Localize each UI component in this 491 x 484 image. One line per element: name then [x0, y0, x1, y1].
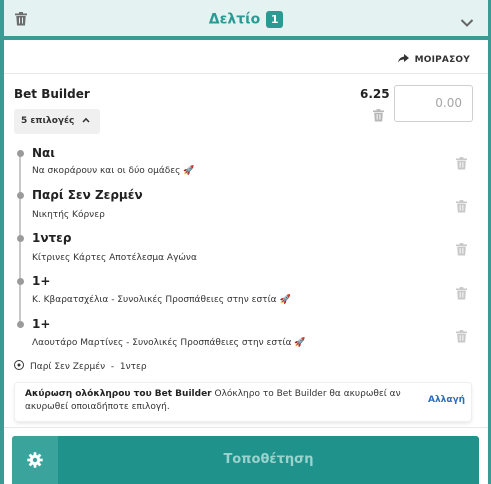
selection-market: Να σκοράρουν και οι δύο ομάδες 🚀	[32, 166, 195, 176]
selection-market-text: Κ. Κβαρατσχέλια - Συνολικές Προσπάθειες …	[32, 295, 277, 305]
place-bet-button[interactable]: Τοποθέτηση	[12, 436, 479, 484]
bet-builder-odds: 6.25	[360, 87, 390, 101]
selection-market: Λαουτάρο Μαρτίνες - Συνολικές Προσπάθειε…	[32, 338, 306, 348]
change-link[interactable]: Αλλαγή	[428, 395, 465, 405]
share-button[interactable]: ΜΟΙΡΑΣΟΥ	[397, 54, 470, 65]
void-notice-title: Ακύρωση ολόκληρου του Bet Builder	[25, 389, 212, 399]
void-notice: Ακύρωση ολόκληρου του Bet Builder Ολόκλη…	[15, 383, 471, 421]
share-arrow-icon	[397, 54, 413, 65]
trash-icon[interactable]	[373, 107, 384, 126]
void-notice-text: Ακύρωση ολόκληρου του Bet Builder Ολόκλη…	[25, 388, 413, 414]
trash-icon[interactable]	[456, 198, 467, 217]
selection-market: Νικητής Κόρνερ	[32, 210, 105, 220]
timeline-dot	[17, 278, 24, 285]
place-bet-label: Τοποθέτηση	[223, 452, 314, 467]
rocket-icon: 🚀	[294, 338, 306, 348]
timeline-dot	[17, 321, 24, 328]
home-team: Παρί Σεν Ζερμέν	[30, 362, 106, 372]
options-label: 5 επιλογές	[21, 116, 75, 126]
selection-market: Κίτρινες Κάρτες Αποτέλεσμα Αγώνα	[32, 253, 197, 263]
selection-name: 1+	[32, 317, 51, 331]
stake-input[interactable]: 0.00	[394, 85, 473, 122]
rocket-icon: 🚀	[279, 295, 291, 305]
gear-icon	[27, 452, 43, 472]
timeline-dot	[17, 235, 24, 242]
timeline-dot	[17, 192, 24, 199]
betslip-header[interactable]: Δελτίο 1	[4, 0, 488, 40]
chevron-up-icon	[78, 116, 90, 126]
betslip-panel: Δελτίο 1 ΜΟΙΡΑΣΟΥ Bet Builder 6.25 0.00 5…	[0, 0, 491, 484]
event-teams: Παρί Σεν Ζερμέν - 1ντερ	[14, 360, 147, 372]
selection-market-text: Να σκοράρουν και οι δύο ομάδες	[32, 166, 181, 176]
bet-builder-title: Bet Builder	[14, 87, 90, 101]
selection-count-badge: 1	[266, 11, 284, 28]
rocket-icon: 🚀	[183, 166, 195, 176]
team-separator: -	[110, 362, 115, 372]
selection-name: 1ντερ	[32, 231, 72, 245]
selection-market: Κ. Κβαρατσχέλια - Συνολικές Προσπάθειες …	[32, 295, 291, 305]
trash-icon[interactable]	[456, 328, 467, 347]
divider	[4, 427, 488, 428]
selection-name: Παρί Σεν Ζερμέν	[32, 188, 143, 202]
soccer-ball-icon	[14, 360, 24, 370]
trash-icon[interactable]	[456, 241, 467, 260]
share-label: ΜΟΙΡΑΣΟΥ	[414, 55, 470, 65]
selection-name: Ναι	[32, 146, 55, 160]
trash-icon[interactable]	[456, 155, 467, 174]
betslip-title-wrap: Δελτίο 1	[4, 9, 488, 28]
options-toggle-button[interactable]: 5 επιλογές	[14, 109, 100, 134]
settings-button[interactable]	[12, 436, 58, 484]
selection-name: 1+	[32, 274, 51, 288]
timeline-dot	[17, 150, 24, 157]
selection-market-text: Λαουτάρο Μαρτίνες - Συνολικές Προσπάθειε…	[32, 338, 292, 348]
chevron-down-icon[interactable]	[460, 13, 474, 32]
away-team: 1ντερ	[119, 362, 147, 372]
trash-icon[interactable]	[456, 285, 467, 304]
share-bar: ΜΟΙΡΑΣΟΥ	[4, 44, 488, 74]
betslip-title: Δελτίο	[208, 11, 261, 28]
